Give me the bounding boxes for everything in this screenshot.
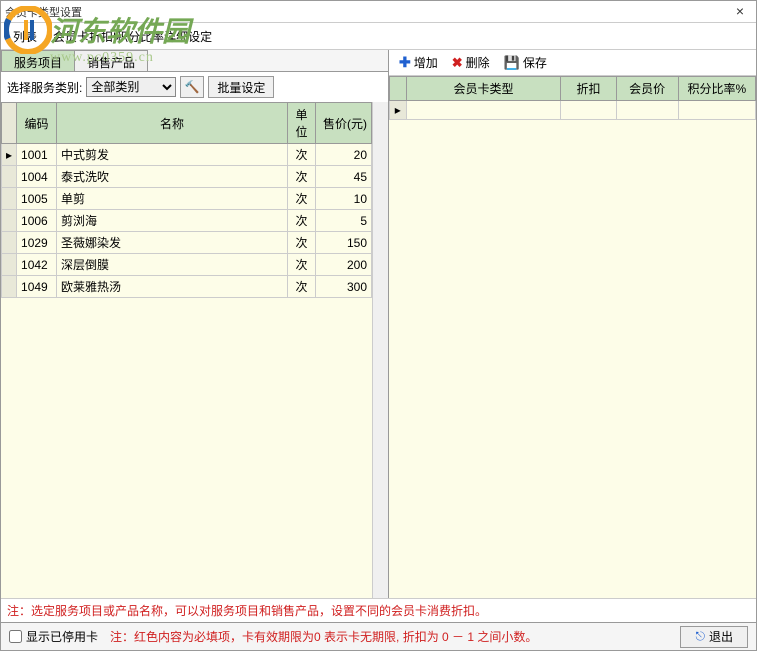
table-row[interactable]: 1004泰式洗吹次45	[2, 166, 372, 188]
table-row[interactable]: 1029圣薇娜染发次150	[2, 232, 372, 254]
header-unit[interactable]: 单位	[288, 103, 316, 144]
left-panel: 服务项目 销售产品 选择服务类别: 全部类别 🔨 批量设定	[1, 50, 389, 598]
x-icon: ✖	[452, 55, 463, 71]
tab-service[interactable]: 服务项目	[1, 50, 75, 71]
table-row[interactable]: 1049欧莱雅热汤次300	[2, 276, 372, 298]
service-table[interactable]: 编码 名称 单位 售价(元) ▸1001中式剪发次201004泰式洗吹次4510…	[1, 102, 372, 598]
category-select[interactable]: 全部类别	[86, 77, 176, 97]
header-card-type[interactable]: 会员卡类型	[406, 77, 561, 101]
add-button[interactable]: ✚ 增加	[399, 54, 438, 71]
header-member-price[interactable]: 会员价	[616, 77, 678, 101]
menu-list[interactable]: 列表	[7, 26, 43, 47]
menu-detail-setting[interactable]: 会员卡折扣|积分比率详细设定	[47, 26, 218, 47]
left-scrollbar[interactable]	[372, 102, 388, 598]
right-panel: ✚ 增加 ✖ 删除 💾 保存	[389, 50, 756, 598]
save-button[interactable]: 💾 保存	[504, 54, 547, 71]
show-disabled-checkbox[interactable]	[9, 630, 22, 643]
left-tabs: 服务项目 销售产品	[1, 50, 388, 72]
header-point-rate[interactable]: 积分比率%	[678, 77, 755, 101]
header-code[interactable]: 编码	[17, 103, 57, 144]
table-row[interactable]: 1042深层倒膜次200	[2, 254, 372, 276]
empty-row[interactable]: ▸	[390, 101, 756, 120]
row-marker-header	[2, 103, 17, 144]
batch-set-button[interactable]: 批量设定	[208, 76, 274, 98]
table-row[interactable]: 1005单剪次10	[2, 188, 372, 210]
card-table[interactable]: 会员卡类型 折扣 会员价 积分比率% ▸	[389, 76, 756, 598]
footer-note-2: 注：红色内容为必填项，卡有效期限为0 表示卡无期限, 折扣为 0 － 1 之间小…	[110, 628, 668, 645]
close-button[interactable]: ×	[730, 3, 750, 19]
header-discount[interactable]: 折扣	[561, 77, 616, 101]
filter-label: 选择服务类别:	[7, 79, 82, 96]
table-row[interactable]: 1006剪浏海次5	[2, 210, 372, 232]
window-title: 会员卡类型设置	[5, 4, 82, 20]
show-disabled-checkbox-wrap[interactable]: 显示已停用卡	[9, 628, 98, 645]
exit-icon: ⎋	[695, 629, 705, 644]
row-marker-header-r	[390, 77, 407, 101]
filter-row: 选择服务类别: 全部类别 🔨 批量设定	[1, 72, 388, 102]
footer-note-1: 注：选定服务项目或产品名称，可以对服务项目和销售产品，设置不同的会员卡消费折扣。	[1, 598, 756, 622]
delete-button[interactable]: ✖ 删除	[452, 54, 490, 71]
content-area: 服务项目 销售产品 选择服务类别: 全部类别 🔨 批量设定	[1, 49, 756, 598]
exit-button[interactable]: ⎋ 退出	[680, 626, 748, 648]
hammer-button[interactable]: 🔨	[180, 76, 204, 98]
plus-icon: ✚	[399, 54, 411, 71]
table-row[interactable]: ▸1001中式剪发次20	[2, 144, 372, 166]
save-icon: 💾	[504, 55, 520, 71]
tab-product[interactable]: 销售产品	[74, 50, 148, 71]
footer-bar: 显示已停用卡 注：红色内容为必填项，卡有效期限为0 表示卡无期限, 折扣为 0 …	[1, 622, 756, 650]
app-window: 会员卡类型设置 × 列表 会员卡折扣|积分比率详细设定 服务项目 销售产品 选择…	[0, 0, 757, 651]
menubar: 列表 会员卡折扣|积分比率详细设定	[1, 23, 756, 49]
right-toolbar: ✚ 增加 ✖ 删除 💾 保存	[389, 50, 756, 76]
titlebar: 会员卡类型设置 ×	[1, 1, 756, 23]
header-name[interactable]: 名称	[57, 103, 288, 144]
header-price[interactable]: 售价(元)	[316, 103, 372, 144]
